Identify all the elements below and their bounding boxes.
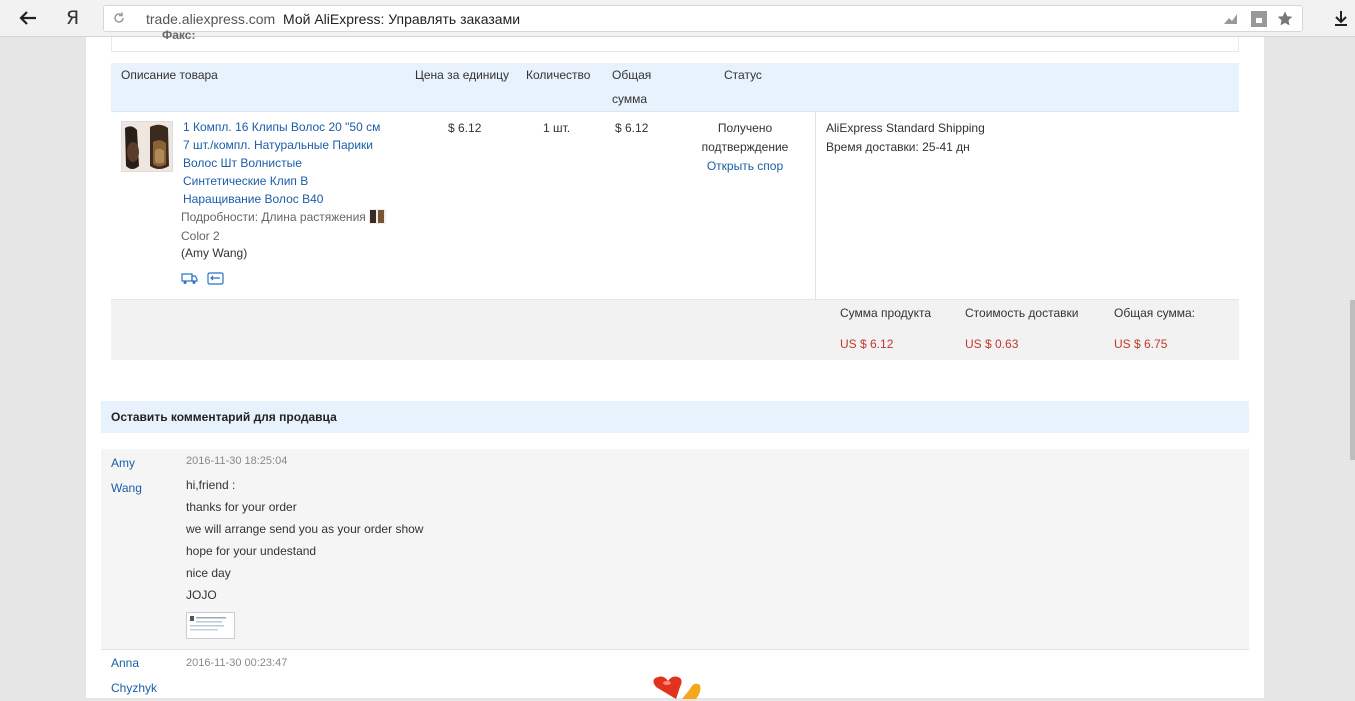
total-sum-value: US $ 6.75 xyxy=(1114,337,1168,351)
address-bar[interactable]: trade.aliexpress.com Мой AliExpress: Упр… xyxy=(103,5,1303,32)
comment-timestamp: 2016-11-30 18:25:04 xyxy=(186,455,288,467)
fax-label: Факс: xyxy=(162,28,196,42)
back-arrow-icon[interactable] xyxy=(16,6,40,30)
shipping-method: AliExpress Standard Shipping xyxy=(826,121,985,135)
comments-title: Оставить комментарий для продавца xyxy=(111,410,337,424)
page-title: Мой AliExpress: Управлять заказами xyxy=(283,11,521,27)
comment-attachment-thumbnail[interactable] xyxy=(186,612,235,639)
download-icon[interactable] xyxy=(1331,8,1351,28)
total-sum-label: Общая сумма: xyxy=(1114,306,1195,320)
status-line: Получено xyxy=(717,121,773,135)
variant-thumbnail-icon xyxy=(369,209,387,224)
details-color: Color 2 xyxy=(181,228,220,243)
comments-header: Оставить комментарий для продавца xyxy=(101,401,1249,433)
product-image[interactable] xyxy=(121,121,173,172)
protect-icon[interactable] xyxy=(1222,10,1240,28)
order-status: Получено подтверждение Открыть спор xyxy=(685,119,805,176)
product-title-line[interactable]: 1 Компл. 16 Клипы Волос 20 "50 см xyxy=(183,118,411,136)
column-divider xyxy=(815,112,816,300)
shipping-cost-value: US $ 0.63 xyxy=(965,337,1019,351)
product-title-line[interactable]: 7 шт./компл. Натуральные Парики xyxy=(183,136,411,154)
comment-line: hope for your undestand xyxy=(186,544,317,558)
product-sum-value: US $ 6.12 xyxy=(840,337,894,351)
header-quantity: Количество xyxy=(526,68,591,82)
line-total: $ 6.12 xyxy=(615,121,649,135)
comment-line: we will arrange send you as your order s… xyxy=(186,522,424,536)
delivery-time: 25-41 дн xyxy=(922,140,970,154)
header-unit-price: Цена за единицу xyxy=(415,68,510,82)
order-summary: Сумма продукта US $ 6.12 Стоимость доста… xyxy=(111,300,1239,360)
header-total-1: Общая xyxy=(612,68,652,82)
details-length: Подробности: Длина растяжения xyxy=(181,210,366,224)
delivery-label: Время доставки: xyxy=(826,140,919,154)
order-item-row: 1 Компл. 16 Клипы Волос 20 "50 см 7 шт./… xyxy=(111,112,1239,300)
author-last-name[interactable]: Chyzhyk xyxy=(111,676,171,701)
item-action-icons xyxy=(181,272,224,288)
open-dispute-link[interactable]: Открыть спор xyxy=(685,157,805,176)
shipping-cost-label: Стоимость доставки xyxy=(965,306,1079,320)
return-card-icon[interactable] xyxy=(207,272,224,285)
comment-timestamp: 2016-11-30 00:23:47 xyxy=(186,657,288,669)
lock-icon[interactable] xyxy=(1250,10,1268,28)
star-icon[interactable] xyxy=(1276,10,1294,28)
comment-line: thanks for your order xyxy=(186,500,297,514)
url-domain: trade.aliexpress.com xyxy=(146,11,276,27)
product-details: Подробности: Длина растяжения Color 2 xyxy=(181,208,417,245)
author-last-name[interactable]: Wang xyxy=(111,476,171,501)
scrollbar-thumb[interactable] xyxy=(1350,300,1355,460)
comment-author-link[interactable]: Anna Chyzhyk xyxy=(111,651,171,701)
unit-price: $ 6.12 xyxy=(448,121,482,135)
product-title-line[interactable]: Синтетические Клип В xyxy=(183,172,411,190)
order-table-header: Описание товара Цена за единицу Количест… xyxy=(111,63,1239,112)
header-total-2: сумма xyxy=(612,92,648,106)
comment-line: JOJO xyxy=(186,588,217,602)
shipping-info: AliExpress Standard Shipping Время доста… xyxy=(826,119,985,157)
comment-line: nice day xyxy=(186,566,231,580)
yandex-logo[interactable]: Я xyxy=(66,7,79,29)
browser-toolbar: Я trade.aliexpress.com Мой AliExpress: У… xyxy=(0,0,1355,37)
header-status: Статус xyxy=(724,68,762,82)
author-first-name[interactable]: Anna xyxy=(111,651,171,676)
comment-line: hi,friend : xyxy=(186,478,236,492)
shipping-truck-icon[interactable] xyxy=(181,272,198,285)
header-description: Описание товара xyxy=(121,68,218,82)
seller-name: (Amy Wang) xyxy=(181,246,248,260)
author-first-name[interactable]: Amy xyxy=(111,451,171,476)
quantity: 1 шт. xyxy=(543,121,571,135)
reload-icon[interactable] xyxy=(112,11,126,25)
product-sum-label: Сумма продукта xyxy=(840,306,932,320)
product-title-line[interactable]: Наращивание Волос B40 xyxy=(183,190,411,208)
product-title-line[interactable]: Волос Шт Волнистые xyxy=(183,154,411,172)
product-title-link[interactable]: 1 Компл. 16 Клипы Волос 20 "50 см 7 шт./… xyxy=(183,118,411,208)
comment-author-link[interactable]: Amy Wang xyxy=(111,451,171,501)
comment-item: Amy Wang 2016-11-30 18:25:04 hi,friend :… xyxy=(101,449,1249,650)
heart-emoji-icon xyxy=(653,676,701,699)
address-info-box: Факс: xyxy=(111,28,1239,52)
status-line: подтверждение xyxy=(701,140,789,154)
